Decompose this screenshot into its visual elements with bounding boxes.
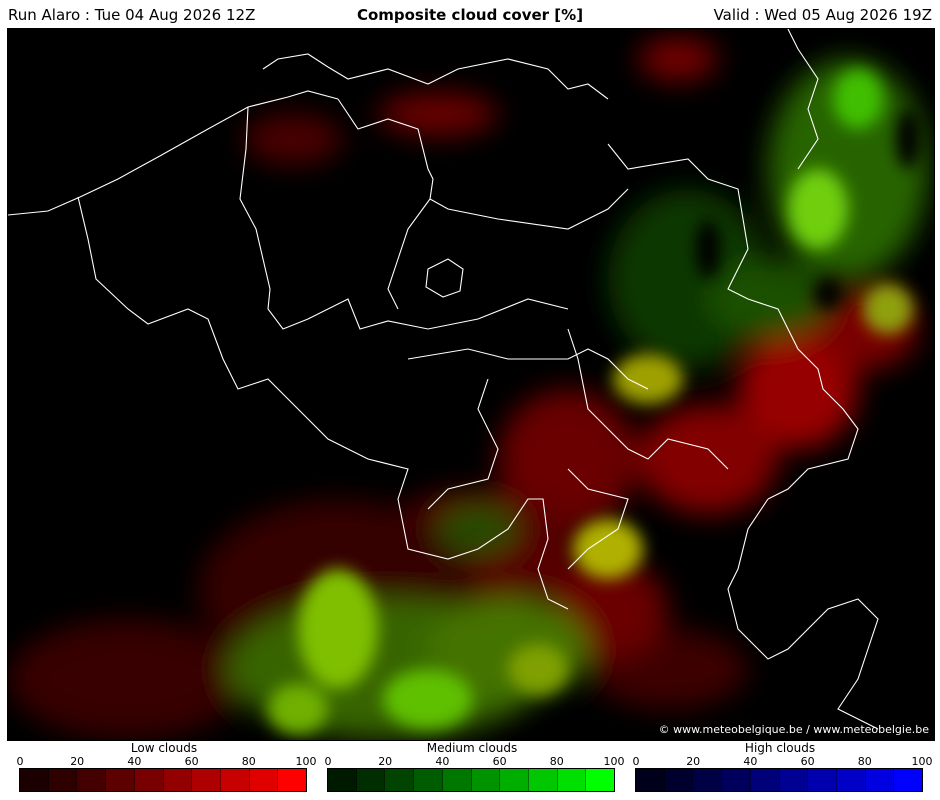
province-boundary-3 [407, 348, 649, 390]
legend-tick-label: 80 [857, 755, 872, 768]
legend-tick-label: 0 [632, 755, 640, 768]
legend-title: Low clouds [130, 741, 198, 755]
legend-swatch [693, 769, 723, 791]
legend-swatch [220, 769, 250, 791]
legend-title: High clouds [744, 741, 816, 755]
legend-swatch [414, 769, 443, 791]
legend-tick-label: 100 [295, 755, 317, 768]
legend-swatch [586, 769, 615, 791]
legend-tick-label: 20 [378, 755, 393, 768]
legend-high-clouds: High clouds 0 20 40 60 80 100 [632, 741, 933, 797]
legend-swatch [528, 769, 558, 791]
legend-swatch [278, 769, 307, 791]
legend-swatch [48, 769, 78, 791]
legend-swatch [894, 769, 923, 791]
legend-swatch [636, 769, 665, 791]
copyright-notice: © www.meteobelgique.be / www.meteobelgie… [658, 723, 929, 736]
legend-colorbar [19, 768, 307, 792]
legend-swatch [836, 769, 866, 791]
legend-tick-label: 100 [911, 755, 933, 768]
legend-swatch [356, 769, 386, 791]
legend-swatch [471, 769, 501, 791]
cloud-field [8, 29, 928, 739]
province-boundary-2 [429, 188, 629, 230]
legend-swatch [500, 769, 529, 791]
legend-swatch [722, 769, 751, 791]
legend-tick-label: 80 [549, 755, 564, 768]
legend-swatch [163, 769, 193, 791]
cloud-cover-map: © www.meteobelgique.be / www.meteobelgie… [7, 28, 935, 741]
legend-swatch [328, 769, 357, 791]
legend-title: Medium clouds [426, 741, 518, 755]
legend-tick-label: 0 [16, 755, 24, 768]
legend-tick-label: 60 [800, 755, 815, 768]
legend-tick-label: 40 [127, 755, 142, 768]
legend-swatch [134, 769, 164, 791]
legend-swatch [249, 769, 279, 791]
legend-tick-label: 0 [324, 755, 332, 768]
legend-colorbar [327, 768, 615, 792]
legend-swatch [106, 769, 135, 791]
luxembourg-border [727, 498, 879, 730]
legend-tick-label: 20 [70, 755, 85, 768]
brussels-region [425, 258, 464, 298]
legend-tick-label: 80 [241, 755, 256, 768]
province-boundary-1 [337, 98, 434, 310]
legend-tick-label: 40 [743, 755, 758, 768]
legend-tick-label: 20 [686, 755, 701, 768]
legend-swatch [77, 769, 107, 791]
legend-swatch [664, 769, 694, 791]
legend-medium-clouds: Medium clouds 0 20 40 60 80 100 [324, 741, 625, 797]
legend-swatch [192, 769, 221, 791]
legend-swatch [20, 769, 49, 791]
legend-swatch [808, 769, 837, 791]
legend-tick-label: 100 [603, 755, 625, 768]
legend-swatch [865, 769, 895, 791]
legend-tick-label: 60 [492, 755, 507, 768]
valid-time: Valid : Wed 05 Aug 2026 19Z [713, 6, 932, 24]
legend-low-clouds: Low clouds 0 20 40 60 80 100 [16, 741, 317, 797]
legend-tick-label: 60 [184, 755, 199, 768]
legend-swatch [442, 769, 472, 791]
legend-tick-label: 40 [435, 755, 450, 768]
legend-swatch [779, 769, 809, 791]
legend-colorbar [635, 768, 923, 792]
legend-swatch [385, 769, 415, 791]
legend-swatch [557, 769, 587, 791]
legend-swatch [750, 769, 780, 791]
